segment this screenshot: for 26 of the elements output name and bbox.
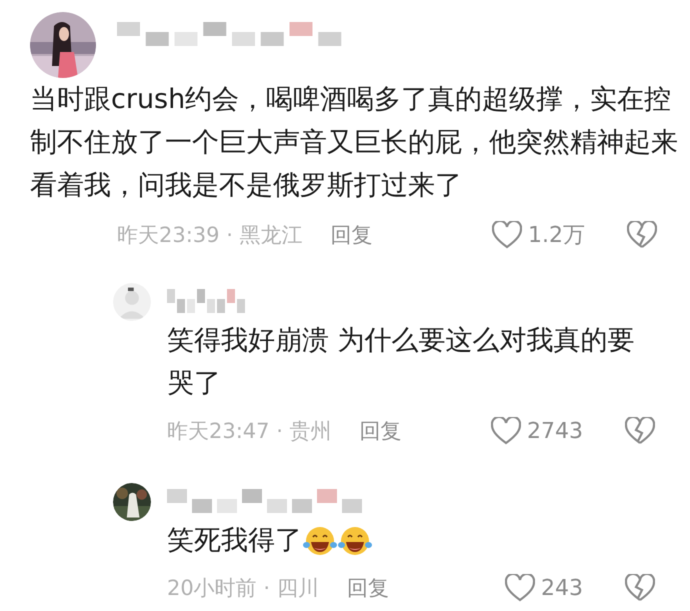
comment-time: 昨天23:39: [117, 222, 220, 249]
heart-icon[interactable]: [505, 574, 535, 602]
laughing-emoji-icon: [303, 526, 337, 556]
like-count: 1.2万: [528, 222, 585, 250]
comment-location: 贵州: [290, 418, 332, 445]
like-count: 2743: [527, 418, 583, 444]
separator-dot: ·: [275, 419, 284, 443]
like-count: 243: [541, 576, 583, 600]
broken-heart-icon[interactable]: [625, 574, 655, 602]
separator-dot: ·: [262, 576, 272, 600]
reply-link[interactable]: 回复: [330, 221, 373, 249]
reply-link[interactable]: 回复: [360, 417, 402, 445]
reply-text: 笑死我得了: [167, 524, 302, 558]
broken-heart-icon[interactable]: [627, 221, 657, 249]
comment-location: 黑龙江: [240, 222, 303, 249]
comment-location: 四川: [276, 575, 319, 602]
broken-heart-icon[interactable]: [625, 417, 655, 445]
heart-icon[interactable]: [491, 417, 521, 445]
comment-time: 20小时前: [167, 575, 257, 602]
reply-link[interactable]: 回复: [346, 574, 389, 602]
separator-dot: ·: [225, 223, 234, 247]
reply-text: 笑得我好崩溃 为什么要这么对我真的要哭了: [167, 324, 636, 401]
comment-text: 当时跟crush约会，喝啤酒喝多了真的超级撑，实在控制不住放了一个巨大声音又巨长的屁，他突然精神起来看着我，问我是不是俄罗斯打过来了: [30, 83, 679, 203]
comment-time: 昨天23:47: [167, 418, 270, 445]
heart-icon[interactable]: [492, 221, 522, 249]
laughing-emoji-icon: [338, 526, 372, 556]
